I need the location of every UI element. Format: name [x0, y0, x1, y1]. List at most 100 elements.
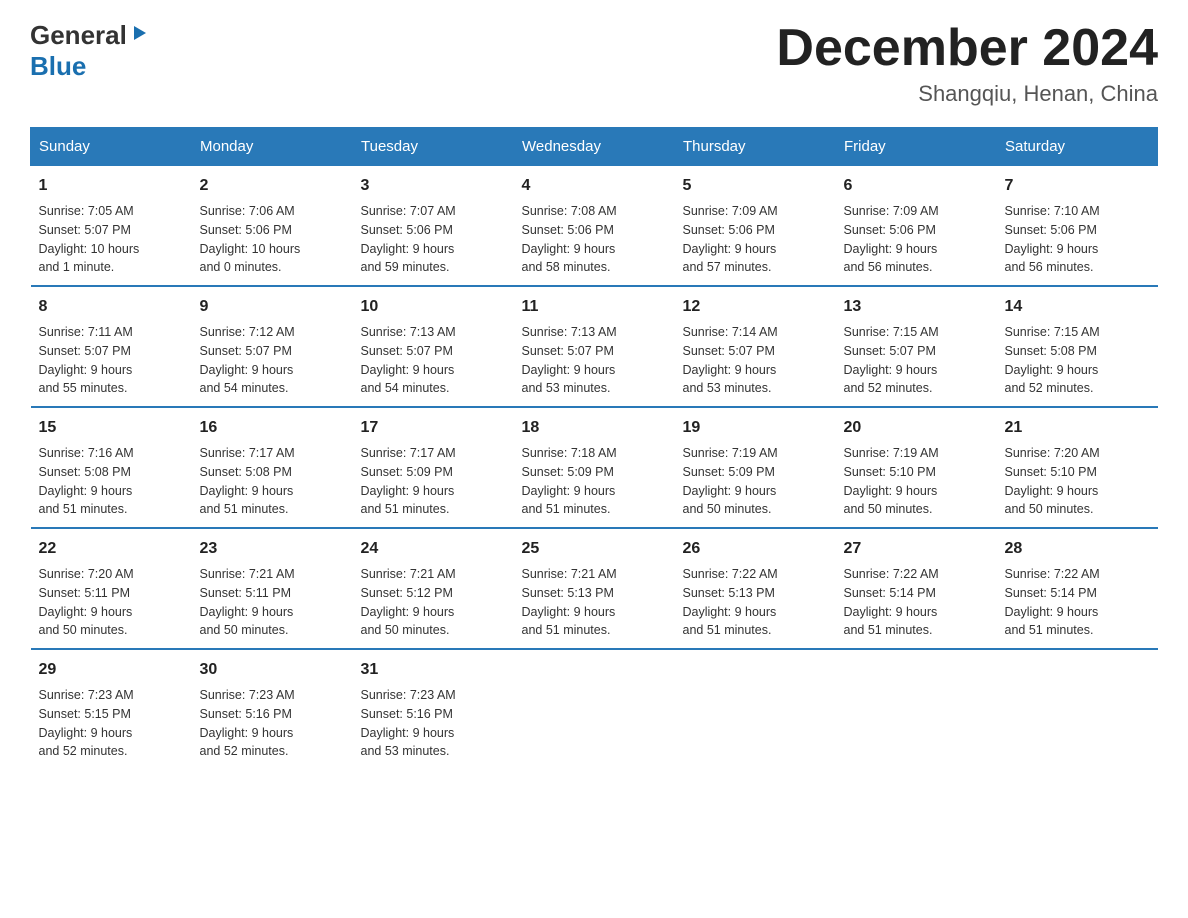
sunset-info: Sunset: 5:11 PM	[200, 586, 292, 600]
day-number: 27	[844, 537, 989, 561]
daylight-info: Daylight: 9 hoursand 51 minutes.	[522, 605, 616, 638]
day-number: 8	[39, 295, 184, 319]
month-title: December 2024	[776, 20, 1158, 77]
week-row-5: 29 Sunrise: 7:23 AM Sunset: 5:15 PM Dayl…	[31, 649, 1158, 769]
sunset-info: Sunset: 5:07 PM	[361, 344, 453, 358]
daylight-info: Daylight: 9 hoursand 58 minutes.	[522, 242, 616, 275]
logo-general: General	[30, 20, 127, 51]
calendar-cell: 6 Sunrise: 7:09 AM Sunset: 5:06 PM Dayli…	[836, 166, 997, 287]
sunrise-info: Sunrise: 7:15 AM	[1005, 325, 1100, 339]
day-number: 11	[522, 295, 667, 319]
day-number: 3	[361, 174, 506, 198]
sunrise-info: Sunrise: 7:07 AM	[361, 204, 456, 218]
calendar-header: SundayMondayTuesdayWednesdayThursdayFrid…	[31, 128, 1158, 166]
sunrise-info: Sunrise: 7:21 AM	[522, 567, 617, 581]
day-number: 25	[522, 537, 667, 561]
sunset-info: Sunset: 5:06 PM	[200, 223, 292, 237]
sunrise-info: Sunrise: 7:21 AM	[200, 567, 295, 581]
daylight-info: Daylight: 9 hoursand 50 minutes.	[39, 605, 133, 638]
weekday-header-tuesday: Tuesday	[353, 128, 514, 166]
sunset-info: Sunset: 5:12 PM	[361, 586, 453, 600]
day-number: 29	[39, 658, 184, 682]
sunrise-info: Sunrise: 7:17 AM	[361, 446, 456, 460]
day-number: 5	[683, 174, 828, 198]
daylight-info: Daylight: 9 hoursand 51 minutes.	[39, 484, 133, 517]
week-row-3: 15 Sunrise: 7:16 AM Sunset: 5:08 PM Dayl…	[31, 407, 1158, 528]
weekday-header-saturday: Saturday	[997, 128, 1158, 166]
sunset-info: Sunset: 5:15 PM	[39, 707, 131, 721]
sunset-info: Sunset: 5:16 PM	[200, 707, 292, 721]
logo: General Blue	[30, 20, 148, 82]
daylight-info: Daylight: 9 hoursand 54 minutes.	[200, 363, 294, 396]
sunrise-info: Sunrise: 7:23 AM	[39, 688, 134, 702]
daylight-info: Daylight: 9 hoursand 51 minutes.	[1005, 605, 1099, 638]
calendar-cell: 12 Sunrise: 7:14 AM Sunset: 5:07 PM Dayl…	[675, 286, 836, 407]
daylight-info: Daylight: 9 hoursand 51 minutes.	[683, 605, 777, 638]
daylight-info: Daylight: 9 hoursand 53 minutes.	[522, 363, 616, 396]
sunset-info: Sunset: 5:06 PM	[1005, 223, 1097, 237]
calendar-cell: 5 Sunrise: 7:09 AM Sunset: 5:06 PM Dayli…	[675, 166, 836, 287]
daylight-info: Daylight: 9 hoursand 50 minutes.	[683, 484, 777, 517]
weekday-header-row: SundayMondayTuesdayWednesdayThursdayFrid…	[31, 128, 1158, 166]
day-number: 2	[200, 174, 345, 198]
sunrise-info: Sunrise: 7:14 AM	[683, 325, 778, 339]
sunrise-info: Sunrise: 7:21 AM	[361, 567, 456, 581]
sunrise-info: Sunrise: 7:06 AM	[200, 204, 295, 218]
calendar-cell: 3 Sunrise: 7:07 AM Sunset: 5:06 PM Dayli…	[353, 166, 514, 287]
sunrise-info: Sunrise: 7:11 AM	[39, 325, 133, 339]
daylight-info: Daylight: 9 hoursand 59 minutes.	[361, 242, 455, 275]
day-number: 19	[683, 416, 828, 440]
calendar-cell: 18 Sunrise: 7:18 AM Sunset: 5:09 PM Dayl…	[514, 407, 675, 528]
sunset-info: Sunset: 5:07 PM	[200, 344, 292, 358]
calendar-cell: 29 Sunrise: 7:23 AM Sunset: 5:15 PM Dayl…	[31, 649, 192, 769]
week-row-4: 22 Sunrise: 7:20 AM Sunset: 5:11 PM Dayl…	[31, 528, 1158, 649]
sunrise-info: Sunrise: 7:08 AM	[522, 204, 617, 218]
calendar-cell	[997, 649, 1158, 769]
sunset-info: Sunset: 5:14 PM	[1005, 586, 1097, 600]
sunrise-info: Sunrise: 7:23 AM	[361, 688, 456, 702]
daylight-info: Daylight: 9 hoursand 52 minutes.	[39, 726, 133, 759]
sunset-info: Sunset: 5:06 PM	[522, 223, 614, 237]
sunset-info: Sunset: 5:07 PM	[522, 344, 614, 358]
day-number: 31	[361, 658, 506, 682]
sunrise-info: Sunrise: 7:13 AM	[361, 325, 456, 339]
calendar-cell: 31 Sunrise: 7:23 AM Sunset: 5:16 PM Dayl…	[353, 649, 514, 769]
sunrise-info: Sunrise: 7:13 AM	[522, 325, 617, 339]
day-number: 15	[39, 416, 184, 440]
weekday-header-monday: Monday	[192, 128, 353, 166]
sunrise-info: Sunrise: 7:09 AM	[683, 204, 778, 218]
sunset-info: Sunset: 5:10 PM	[1005, 465, 1097, 479]
calendar-cell: 24 Sunrise: 7:21 AM Sunset: 5:12 PM Dayl…	[353, 528, 514, 649]
sunrise-info: Sunrise: 7:12 AM	[200, 325, 295, 339]
sunset-info: Sunset: 5:09 PM	[361, 465, 453, 479]
calendar-cell: 16 Sunrise: 7:17 AM Sunset: 5:08 PM Dayl…	[192, 407, 353, 528]
calendar-body: 1 Sunrise: 7:05 AM Sunset: 5:07 PM Dayli…	[31, 166, 1158, 770]
calendar-cell: 13 Sunrise: 7:15 AM Sunset: 5:07 PM Dayl…	[836, 286, 997, 407]
logo-blue: Blue	[30, 51, 86, 81]
sunset-info: Sunset: 5:10 PM	[844, 465, 936, 479]
day-number: 22	[39, 537, 184, 561]
sunset-info: Sunset: 5:11 PM	[39, 586, 131, 600]
calendar-cell: 11 Sunrise: 7:13 AM Sunset: 5:07 PM Dayl…	[514, 286, 675, 407]
day-number: 23	[200, 537, 345, 561]
sunrise-info: Sunrise: 7:09 AM	[844, 204, 939, 218]
sunrise-info: Sunrise: 7:10 AM	[1005, 204, 1100, 218]
sunset-info: Sunset: 5:07 PM	[844, 344, 936, 358]
calendar-cell: 2 Sunrise: 7:06 AM Sunset: 5:06 PM Dayli…	[192, 166, 353, 287]
calendar-cell: 15 Sunrise: 7:16 AM Sunset: 5:08 PM Dayl…	[31, 407, 192, 528]
sunset-info: Sunset: 5:08 PM	[1005, 344, 1097, 358]
calendar-cell: 20 Sunrise: 7:19 AM Sunset: 5:10 PM Dayl…	[836, 407, 997, 528]
calendar-table: SundayMondayTuesdayWednesdayThursdayFrid…	[30, 127, 1158, 769]
daylight-info: Daylight: 9 hoursand 56 minutes.	[1005, 242, 1099, 275]
sunset-info: Sunset: 5:07 PM	[39, 344, 131, 358]
day-number: 7	[1005, 174, 1150, 198]
calendar-cell: 1 Sunrise: 7:05 AM Sunset: 5:07 PM Dayli…	[31, 166, 192, 287]
logo-arrow-icon	[130, 24, 148, 47]
daylight-info: Daylight: 9 hoursand 53 minutes.	[683, 363, 777, 396]
calendar-cell: 22 Sunrise: 7:20 AM Sunset: 5:11 PM Dayl…	[31, 528, 192, 649]
sunrise-info: Sunrise: 7:22 AM	[844, 567, 939, 581]
daylight-info: Daylight: 9 hoursand 52 minutes.	[1005, 363, 1099, 396]
sunrise-info: Sunrise: 7:19 AM	[844, 446, 939, 460]
week-row-1: 1 Sunrise: 7:05 AM Sunset: 5:07 PM Dayli…	[31, 166, 1158, 287]
sunset-info: Sunset: 5:13 PM	[522, 586, 614, 600]
